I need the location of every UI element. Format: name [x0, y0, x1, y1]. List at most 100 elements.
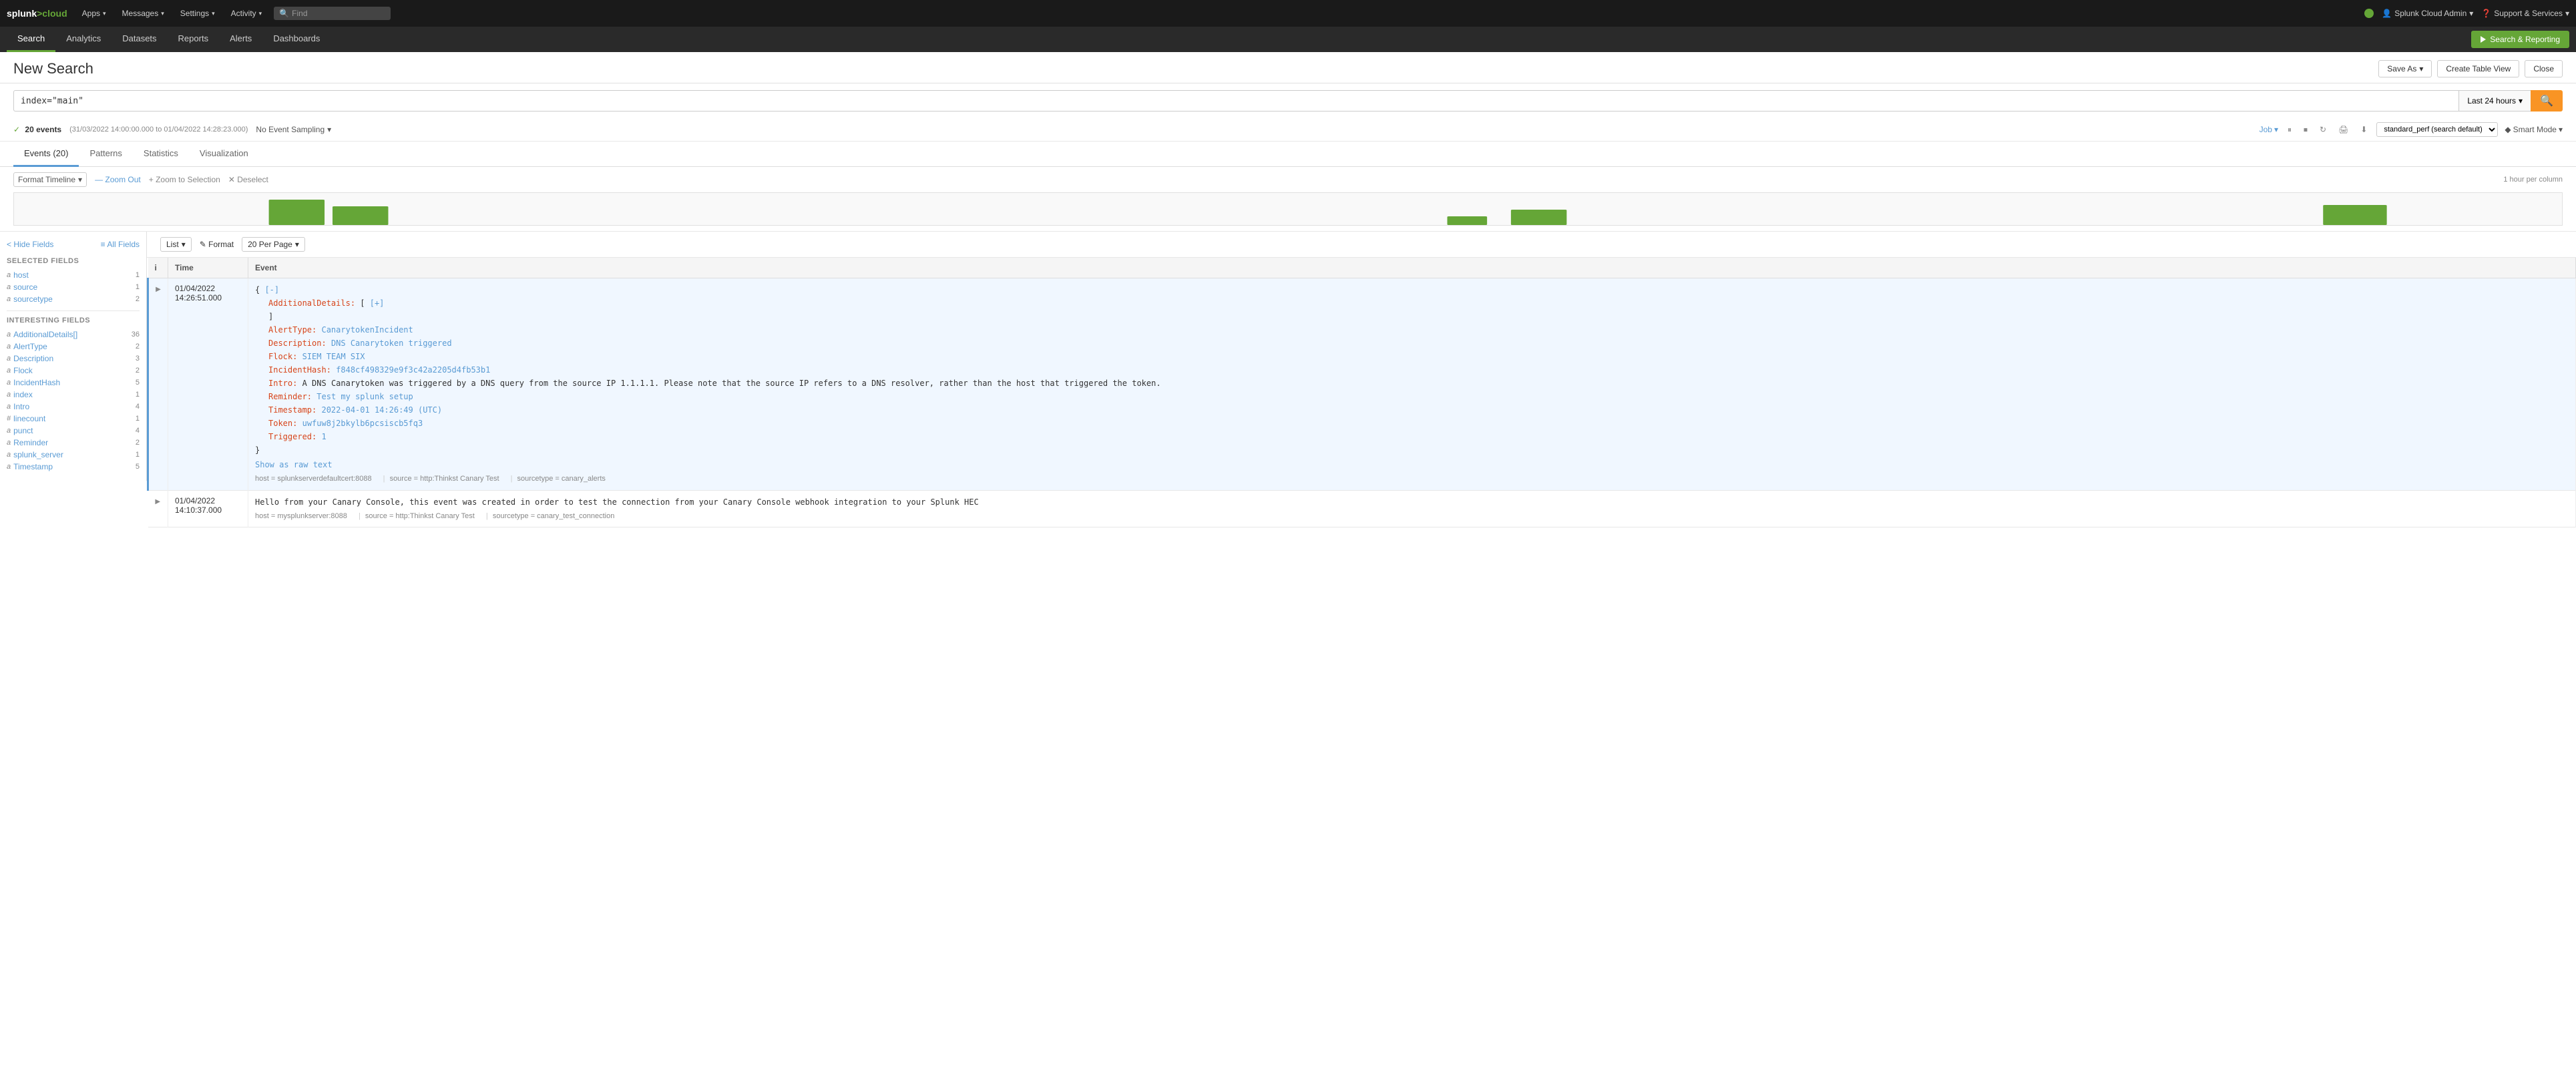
field-linecount[interactable]: # linecount 1 [7, 413, 140, 425]
field-punct[interactable]: a punct 4 [7, 425, 140, 437]
search-submit-button[interactable]: 🔍 [2531, 90, 2563, 112]
row1-meta: host = splunkserverdefaultcert:8088 | so… [255, 473, 2569, 485]
deselect-button[interactable]: ✕ Deselect [228, 175, 268, 184]
per-page-caret-icon: ▾ [295, 240, 299, 249]
tab-patterns[interactable]: Patterns [79, 142, 132, 167]
row2-event: Hello from your Canary Console, this eve… [248, 490, 2576, 527]
table-row: ▶ 01/04/202214:10:37.000 Hello from your… [148, 490, 2576, 527]
nav-messages[interactable]: Messages ▾ [116, 6, 171, 21]
show-raw-link[interactable]: Show as raw text [255, 459, 2569, 471]
perf-mode-select[interactable]: standard_perf (search default) [2376, 122, 2498, 137]
nav-reports[interactable]: Reports [168, 27, 220, 52]
play-icon [2481, 36, 2486, 43]
nav-apps[interactable]: Apps ▾ [75, 6, 113, 21]
export-button[interactable]: ⬇ [2358, 124, 2370, 136]
list-button[interactable]: List ▾ [160, 237, 192, 252]
admin-menu[interactable]: 👤 Splunk Cloud Admin ▾ [2382, 9, 2473, 18]
page-content: New Search Save As ▾ Create Table View C… [0, 52, 2576, 1087]
field-timestamp[interactable]: a Timestamp 5 [7, 461, 140, 473]
field-description[interactable]: a Description 3 [7, 353, 140, 365]
field-flock[interactable]: a Flock 2 [7, 365, 140, 377]
nav-alerts[interactable]: Alerts [219, 27, 262, 52]
format-timeline-caret: ▾ [78, 175, 82, 184]
smart-mode-caret-icon: ▾ [2559, 125, 2563, 134]
close-button[interactable]: Close [2525, 60, 2563, 77]
print-button[interactable]: 🖨 [2336, 124, 2351, 136]
fields-divider [7, 310, 140, 311]
nav-settings[interactable]: Settings ▾ [174, 6, 222, 21]
time-range-button[interactable]: Last 24 hours ▾ [2458, 90, 2531, 112]
nav-dashboards[interactable]: Dashboards [262, 27, 331, 52]
tab-bar: Events (20) Patterns Statistics Visualiz… [0, 142, 2576, 167]
incident-hash-value[interactable]: f848cf498329e9f3c42a2205d4fb53b1 [336, 365, 490, 375]
additional-details-expand[interactable]: [+] [370, 298, 385, 308]
results-date-range: (31/03/2022 14:00:00.000 to 01/04/2022 1… [69, 126, 248, 134]
refresh-button[interactable]: ↻ [2317, 124, 2329, 136]
admin-caret-icon: ▾ [2469, 9, 2473, 18]
field-additional-details[interactable]: a AdditionalDetails[] 36 [7, 329, 140, 341]
alert-type-value[interactable]: CanarytokenIncident [321, 325, 413, 335]
stop-button[interactable]: ⏹ [2301, 124, 2310, 136]
page-header-actions: Save As ▾ Create Table View Close [2378, 60, 2563, 77]
row1-expand[interactable]: ▶ [148, 278, 168, 491]
secondary-nav-right: Search & Reporting [2471, 27, 2569, 52]
per-page-button[interactable]: 20 Per Page ▾ [242, 237, 305, 252]
timeline-chart[interactable] [13, 192, 2563, 226]
field-intro[interactable]: a Intro 4 [7, 401, 140, 413]
nav-search[interactable]: Search [7, 27, 55, 52]
search-bar: Last 24 hours ▾ 🔍 [0, 83, 2576, 118]
support-menu[interactable]: ❓ Support & Services ▾ [2481, 9, 2569, 18]
job-caret-icon: ▾ [2274, 125, 2278, 134]
smart-mode-button[interactable]: ◆ Smart Mode ▾ [2505, 125, 2563, 134]
hide-fields-button[interactable]: < Hide Fields [7, 240, 53, 249]
row2-time: 01/04/202214:10:37.000 [168, 490, 248, 527]
expand-icon: ▶ [155, 498, 160, 505]
field-incident-hash[interactable]: a IncidentHash 5 [7, 377, 140, 389]
secondary-nav: Search Analytics Datasets Reports Alerts… [0, 27, 2576, 52]
splunk-logo[interactable]: splunk>cloud [7, 8, 67, 19]
pause-button[interactable]: ⏸ [2285, 124, 2294, 136]
field-reminder[interactable]: a Reminder 2 [7, 437, 140, 449]
sampling-caret-icon: ▾ [327, 125, 331, 134]
tab-events[interactable]: Events (20) [13, 142, 79, 167]
tab-statistics[interactable]: Statistics [133, 142, 189, 167]
field-alert-type[interactable]: a AlertType 2 [7, 341, 140, 353]
timeline-section: Format Timeline ▾ — Zoom Out + Zoom to S… [0, 167, 2576, 232]
collapse-link[interactable]: [-] [264, 285, 279, 294]
tab-visualization[interactable]: Visualization [189, 142, 259, 167]
description-value[interactable]: DNS Canarytoken triggered [331, 339, 452, 348]
check-icon: ✓ [13, 125, 20, 134]
nav-analytics[interactable]: Analytics [55, 27, 112, 52]
zoom-out-button[interactable]: — Zoom Out [95, 175, 141, 184]
flock-value[interactable]: SIEM TEAM SIX [302, 352, 365, 361]
create-table-view-button[interactable]: Create Table View [2437, 60, 2519, 77]
col-i: i [148, 258, 168, 278]
user-icon: 👤 [2382, 9, 2392, 18]
find-input[interactable] [292, 9, 385, 18]
format-timeline-button[interactable]: Format Timeline ▾ [13, 172, 87, 187]
reminder-value[interactable]: Test my splunk setup [316, 392, 413, 401]
sampling-button[interactable]: No Event Sampling ▾ [256, 125, 331, 134]
timestamp-value[interactable]: 2022-04-01 14:26:49 (UTC) [321, 405, 442, 415]
nav-datasets[interactable]: Datasets [112, 27, 167, 52]
field-index[interactable]: a index 1 [7, 389, 140, 401]
list-caret-icon: ▾ [182, 240, 186, 249]
support-caret-icon: ▾ [2565, 9, 2569, 18]
all-fields-button[interactable]: ≡ All Fields [101, 240, 140, 249]
token-value[interactable]: uwfuw8j2bkylb6pcsiscb5fq3 [302, 419, 423, 428]
zoom-to-selection-button[interactable]: + Zoom to Selection [149, 175, 220, 184]
job-button[interactable]: Job ▾ [2260, 125, 2278, 134]
search-input[interactable] [13, 90, 2458, 112]
format-button[interactable]: ✎ Format [200, 240, 234, 249]
nav-activity[interactable]: Activity ▾ [224, 6, 269, 21]
field-splunk-server[interactable]: a splunk_server 1 [7, 449, 140, 461]
events-table: i Time Event ▶ [147, 258, 2576, 527]
field-host[interactable]: a host 1 [7, 269, 140, 281]
search-reporting-button[interactable]: Search & Reporting [2471, 31, 2569, 48]
help-icon: ❓ [2481, 9, 2491, 18]
field-source[interactable]: a source 1 [7, 281, 140, 293]
save-as-button[interactable]: Save As ▾ [2378, 60, 2432, 77]
field-sourcetype[interactable]: a sourcetype 2 [7, 293, 140, 305]
triggered-value[interactable]: 1 [321, 432, 326, 441]
row2-expand[interactable]: ▶ [148, 490, 168, 527]
